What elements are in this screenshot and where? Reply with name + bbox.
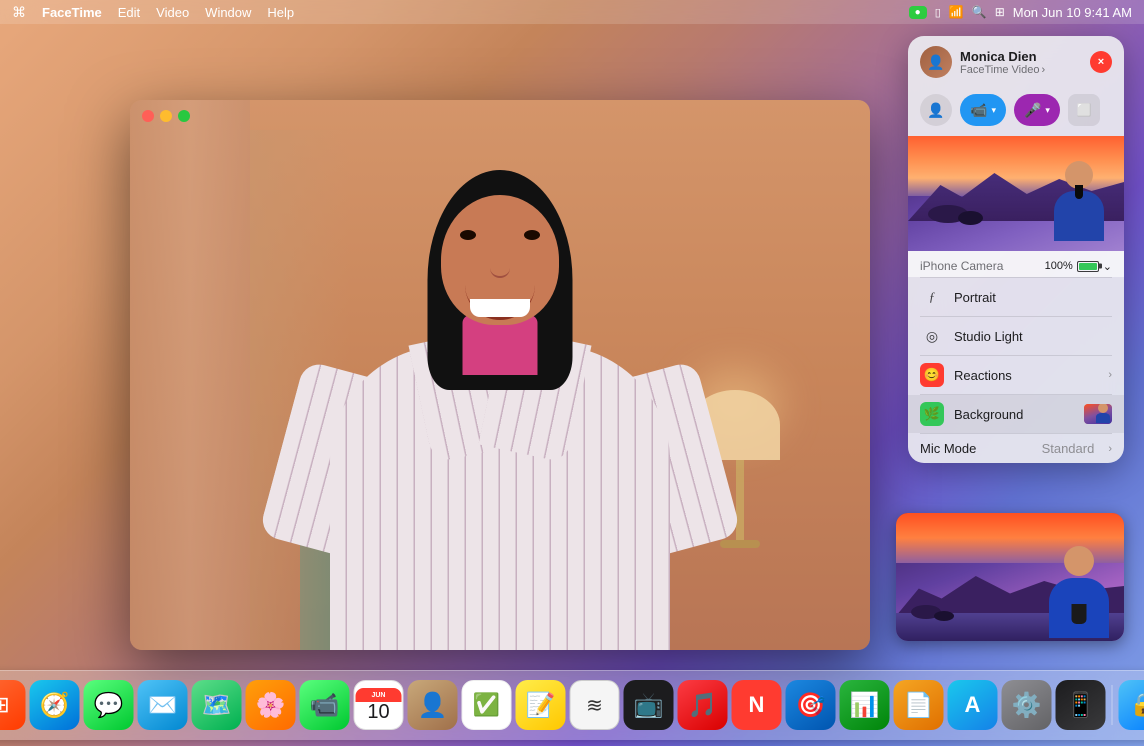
dock-item-calendar[interactable]: JUN 10 [354,680,404,730]
self-view-head [1064,546,1094,576]
control-center-icon[interactable]: ⊞ [995,5,1005,19]
minimize-window-button[interactable] [160,110,172,122]
caller-info: Monica Dien FaceTime Video › [960,49,1082,76]
main-video-person [250,130,750,650]
dock-item-music[interactable]: 🎵 [678,680,728,730]
dock-item-pages[interactable]: 📄 [894,680,944,730]
dock-item-contacts[interactable]: 👤 [408,680,458,730]
menu-item-mic-mode[interactable]: Mic Mode Standard › [908,434,1124,463]
dock: 🔵 ⊞ 🧭 💬 ✉️ 🗺️ 🌸 📹 JUN 10 👤 ✅ 📝 ≋ 📺 🎵 [0,670,1144,740]
camera-section: iPhone Camera 100% ⌄ [908,251,1124,277]
portrait-label: Portrait [954,290,1112,305]
caller-name: Monica Dien [960,49,1082,64]
caller-avatar: 👤 [920,46,952,78]
self-view-torso [1044,578,1114,638]
menubar-right: ● ▯ 📶 🔍 ⊞ Mon Jun 10 9:41 AM [909,5,1132,20]
panel-header: 👤 Monica Dien FaceTime Video › × [908,36,1124,88]
dock-item-system-settings[interactable]: ⚙️ [1002,680,1052,730]
self-view-person [1044,546,1114,636]
menu-video[interactable]: Video [156,5,189,20]
facetime-window [130,100,870,650]
control-panel: 👤 Monica Dien FaceTime Video › × 👤 📹 ▾ 🎤… [908,36,1124,463]
person-button[interactable]: 👤 [920,94,952,126]
wifi-icon: 📶 [949,5,964,19]
self-view [896,513,1124,641]
reactions-label: Reactions [954,368,1098,383]
battery-indicator: 100% ⌄ [1045,260,1112,273]
dock-item-launchpad[interactable]: ⊞ [0,680,26,730]
close-call-button[interactable]: × [1090,51,1112,73]
menubar: ⌘ FaceTime Edit Video Window Help ● ▯ 📶 … [0,0,1144,24]
caller-subtitle: FaceTime Video › [960,64,1082,76]
menu-item-studio-light[interactable]: ◎ Studio Light [908,317,1124,355]
dock-item-news[interactable]: N [732,680,782,730]
background-label: Background [954,407,1074,422]
control-buttons-row: 👤 📹 ▾ 🎤 ▾ ⬜ [908,88,1124,136]
battery-status: ▯ [935,6,941,19]
apple-menu[interactable]: ⌘ [12,4,26,21]
mic-mode-value: Standard [1042,441,1095,456]
dock-item-maps[interactable]: 🗺️ [192,680,242,730]
camera-label: iPhone Camera [920,259,1003,273]
video-caret[interactable]: ▾ [991,105,996,116]
battery-icon [1077,261,1099,272]
portrait-icon: ƒ [920,285,944,309]
fullscreen-window-button[interactable] [178,110,190,122]
mic-button[interactable]: 🎤 ▾ [1014,94,1060,126]
dock-item-keynote[interactable]: 🎯 [786,680,836,730]
dock-item-notes[interactable]: 📝 [516,680,566,730]
battery-percent: 100% [1045,260,1073,272]
menu-time: Mon Jun 10 9:41 AM [1013,5,1132,20]
self-view-background [896,513,1124,641]
menu-item-portrait[interactable]: ƒ Portrait [908,278,1124,316]
dock-divider [1112,685,1113,725]
mic-mode-label: Mic Mode [920,441,1032,456]
preview-person [1049,161,1109,241]
battery-chevron[interactable]: ⌄ [1103,260,1112,273]
app-name[interactable]: FaceTime [42,5,102,20]
dock-item-freeform[interactable]: ≋ [570,680,620,730]
reactions-icon: 😊 [920,363,944,387]
dock-item-numbers[interactable]: 📊 [840,680,890,730]
caller-video-preview [908,136,1124,251]
self-view-rock2 [934,611,954,621]
menu-window[interactable]: Window [205,5,251,20]
room-curtain [130,100,250,650]
camera-header: iPhone Camera 100% ⌄ [908,251,1124,277]
mic-mode-arrow: › [1108,443,1112,455]
dock-item-messages[interactable]: 💬 [84,680,134,730]
mic-caret[interactable]: ▾ [1045,105,1050,116]
battery-fill [1079,263,1097,270]
window-controls [142,110,190,122]
background-thumbnail [1084,404,1112,424]
close-window-button[interactable] [142,110,154,122]
dock-item-iphone-mirroring[interactable]: 📱 [1056,680,1106,730]
dock-item-mail[interactable]: ✉️ [138,680,188,730]
dock-item-privacy[interactable]: 🔒 [1119,680,1144,730]
reactions-arrow: › [1108,369,1112,381]
search-icon[interactable]: 🔍 [972,5,987,19]
menu-item-background[interactable]: 🌿 Background [908,395,1124,433]
studio-light-icon: ◎ [920,324,944,348]
dock-item-tv[interactable]: 📺 [624,680,674,730]
menu-help[interactable]: Help [267,5,294,20]
dock-item-safari[interactable]: 🧭 [30,680,80,730]
video-button[interactable]: 📹 ▾ [960,94,1006,126]
dock-item-reminders[interactable]: ✅ [462,680,512,730]
background-icon: 🌿 [920,402,944,426]
menu-item-reactions[interactable]: 😊 Reactions › [908,356,1124,394]
menu-edit[interactable]: Edit [118,5,140,20]
menubar-left: ⌘ FaceTime Edit Video Window Help [12,4,294,21]
studio-light-label: Studio Light [954,329,1112,344]
dock-item-photos[interactable]: 🌸 [246,680,296,730]
screen-share-button[interactable]: ⬜ [1068,94,1100,126]
dock-item-appstore[interactable]: A [948,680,998,730]
recording-indicator: ● [909,6,927,19]
dock-item-facetime[interactable]: 📹 [300,680,350,730]
